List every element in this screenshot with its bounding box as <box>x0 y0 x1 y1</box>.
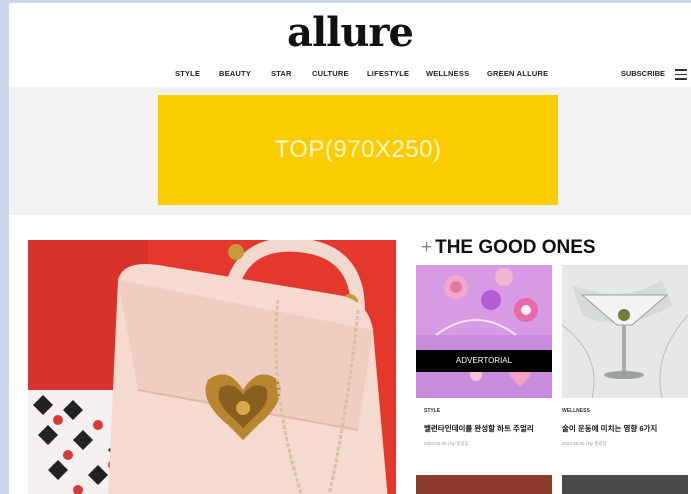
page: allure STYLE BEAUTY STAR CULTURE LIFESTY… <box>9 3 691 494</box>
cocktail-glass-illustration <box>562 265 688 398</box>
card-alcohol-exercise[interactable]: WELLNESS 술이 운동에 미치는 영향 6가지 2024.00.00 | … <box>562 265 691 459</box>
handbag-illustration <box>28 240 396 494</box>
card-category: STYLE <box>424 408 441 414</box>
allure-logo[interactable]: allure <box>9 7 691 59</box>
hero-image-handbag[interactable] <box>28 240 396 494</box>
plus-icon: + <box>421 237 433 258</box>
nav-green-allure[interactable]: GREEN ALLURE <box>487 69 548 78</box>
nav-star[interactable]: STAR <box>271 69 292 78</box>
advertorial-badge: ADVERTORIAL <box>416 350 552 372</box>
nav-beauty[interactable]: BEAUTY <box>219 69 251 78</box>
nav-style[interactable]: STYLE <box>175 69 200 78</box>
card-title: 밸런타인데이를 완성할 하트 주얼리 <box>424 424 534 433</box>
subscribe-link[interactable]: SUBSCRIBE <box>621 69 665 78</box>
main-nav: STYLE BEAUTY STAR CULTURE LIFESTYLE WELL… <box>9 69 691 83</box>
card-image-glass <box>562 265 688 398</box>
nav-culture[interactable]: CULTURE <box>312 69 349 78</box>
card-heart-jewelry[interactable]: ADVERTORIAL STYLE 밸런타인데이를 완성할 하트 주얼리 202… <box>416 265 552 459</box>
nav-wellness[interactable]: WELLNESS <box>426 69 469 78</box>
card-meta: 2024.00.00 | by 홍길동 <box>424 441 469 446</box>
next-card-image-portrait[interactable] <box>562 475 688 494</box>
section-title-text: THE GOOD ONES <box>435 237 596 258</box>
top-ad-banner[interactable]: TOP(970X250) <box>158 95 558 205</box>
jewelry-illustration <box>416 265 552 398</box>
nav-lifestyle[interactable]: LIFESTYLE <box>367 69 409 78</box>
hamburger-menu-icon[interactable] <box>675 69 687 80</box>
card-meta: 2024.00.00 | by 홍길동 <box>562 441 607 446</box>
section-title-good-ones: + THE GOOD ONES <box>421 237 596 259</box>
card-title: 술이 운동에 미치는 영향 6가지 <box>562 424 658 433</box>
card-category: WELLNESS <box>562 408 590 414</box>
card-image-jewelry <box>416 265 552 398</box>
next-card-image-strawberries[interactable] <box>416 475 552 494</box>
